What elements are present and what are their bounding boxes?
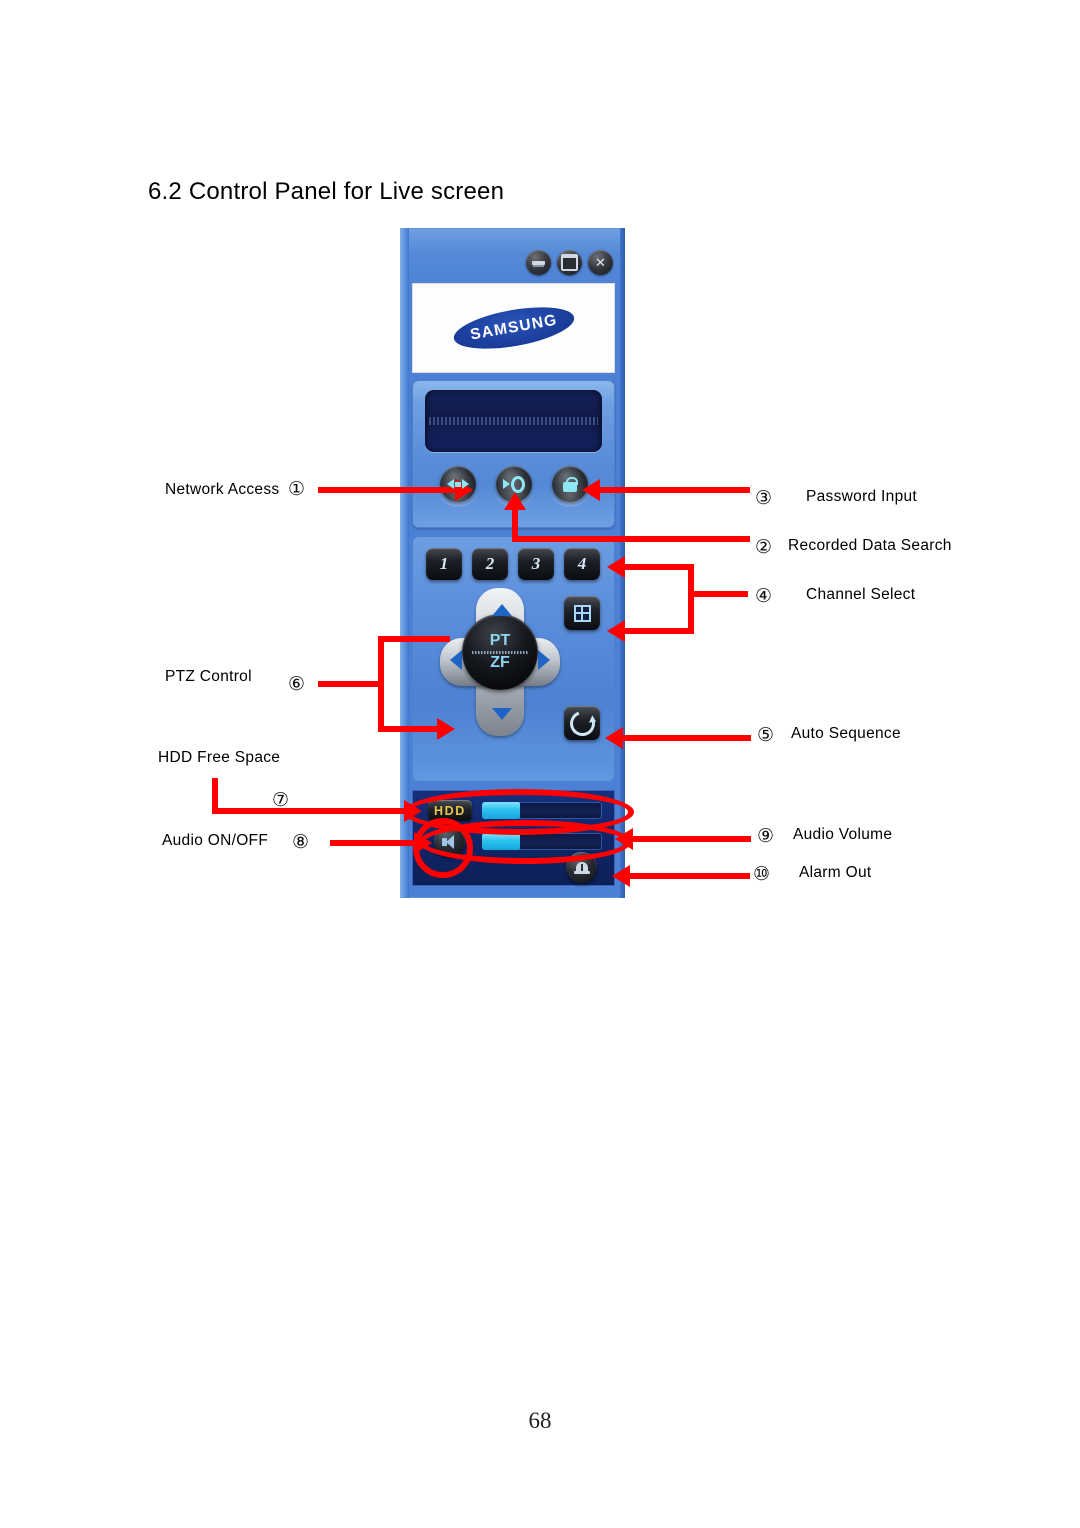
- channel-button-3[interactable]: 3: [518, 548, 554, 580]
- annotation-number-9: ⑨: [757, 826, 775, 847]
- arrow-head-channel-select-bottom: [607, 620, 625, 642]
- arrow-line-network-access: [318, 487, 458, 493]
- annotation-number-3: ③: [755, 488, 773, 509]
- brand-logo-plate: SAMSUNG: [412, 283, 615, 373]
- maximize-button[interactable]: [557, 250, 582, 275]
- arrow-line-password-input: [600, 487, 750, 493]
- annotation-label-auto-sequence: Auto Sequence: [791, 725, 901, 742]
- annotation-label-ptz-control: PTZ Control: [165, 668, 252, 685]
- auto-sequence-button[interactable]: [564, 706, 600, 740]
- ptz-hub[interactable]: PT ZF: [462, 614, 538, 690]
- arrow-line-recorded-data-search-v: [512, 508, 518, 542]
- arrow-line-hdd-h: [212, 808, 408, 814]
- recorded-data-search-icon: [503, 475, 525, 493]
- arrow-head-channel-select-top: [607, 556, 625, 578]
- annotation-label-alarm-out: Alarm Out: [799, 864, 872, 881]
- network-access-icon: [447, 478, 469, 491]
- ptz-down-arrow-icon[interactable]: [492, 708, 512, 720]
- ptz-label-zf: ZF: [490, 653, 510, 671]
- arrow-line-ptz-bottom: [378, 726, 440, 732]
- arrow-line-channel-select-top: [625, 564, 691, 570]
- annotation-number-6: ⑥: [288, 674, 306, 695]
- annotation-label-audio-volume: Audio Volume: [793, 826, 893, 843]
- arrow-head-alarm-out: [612, 865, 630, 887]
- annotation-label-network-access: Network Access: [165, 481, 280, 498]
- ptz-left-arrow-icon[interactable]: [450, 650, 462, 670]
- arrow-head-auto-sequence: [605, 727, 623, 749]
- alarm-bell-icon: [573, 861, 590, 875]
- quad-view-button[interactable]: [564, 596, 600, 630]
- highlight-ellipse-audio-onoff: [413, 818, 473, 878]
- lcd-segment-row: [429, 417, 598, 425]
- arrow-head-recorded-data-search: [504, 492, 526, 510]
- window-controls: ✕: [526, 250, 613, 275]
- page-title: 6.2 Control Panel for Live screen: [148, 178, 505, 205]
- annotation-number-2: ②: [755, 537, 773, 558]
- arrow-line-ptz-spine: [378, 636, 384, 732]
- ptz-up-arrow-icon[interactable]: [492, 604, 512, 616]
- arrow-line-channel-select-spine: [688, 564, 694, 634]
- minimize-button[interactable]: [526, 250, 551, 275]
- close-button[interactable]: ✕: [588, 250, 613, 275]
- ptz-right-arrow-icon[interactable]: [538, 650, 550, 670]
- minimize-icon: [532, 260, 545, 265]
- lcd-display: [425, 390, 602, 452]
- annotation-label-hdd-free-space: HDD Free Space: [158, 749, 281, 766]
- annotation-number-8: ⑧: [292, 832, 310, 853]
- auto-sequence-icon: [565, 706, 599, 740]
- ptz-control-pad[interactable]: PT ZF: [440, 588, 560, 736]
- samsung-logo: SAMSUNG: [450, 299, 577, 357]
- arrow-line-ptz-stem: [318, 681, 380, 687]
- samsung-logo-text: SAMSUNG: [468, 311, 559, 344]
- maximize-icon: [561, 254, 578, 271]
- middle-module: 1 2 3 4 PT ZF: [412, 536, 615, 782]
- lock-icon: [563, 476, 578, 492]
- arrow-line-channel-select-bottom: [625, 628, 691, 634]
- channel-button-2[interactable]: 2: [472, 548, 508, 580]
- annotation-label-channel-select: Channel Select: [806, 586, 916, 603]
- ptz-label-pt: PT: [489, 631, 511, 649]
- arrow-line-audio-volume: [633, 836, 751, 842]
- panel-left-bevel: [400, 228, 409, 898]
- arrow-line-auto-sequence: [623, 735, 751, 741]
- arrow-line-recorded-data-search-h: [512, 536, 750, 542]
- arrow-head-password-input: [582, 479, 600, 501]
- quad-view-icon: [573, 604, 591, 622]
- close-icon: ✕: [595, 255, 606, 270]
- channel-button-1[interactable]: 1: [426, 548, 462, 580]
- arrow-line-alarm-out: [630, 873, 750, 879]
- annotation-number-1: ①: [288, 479, 306, 500]
- annotation-number-4: ④: [755, 586, 773, 607]
- arrow-line-channel-select-stem: [688, 591, 748, 597]
- annotation-number-5: ⑤: [757, 725, 775, 746]
- channel-button-4[interactable]: 4: [564, 548, 600, 580]
- annotation-label-password-input: Password Input: [806, 488, 918, 505]
- annotation-label-audio-on-off: Audio ON/OFF: [162, 832, 269, 849]
- arrow-line-ptz-top: [378, 636, 450, 642]
- annotation-number-10: ⑩: [753, 864, 771, 885]
- annotation-label-recorded-data-search: Recorded Data Search: [788, 537, 952, 554]
- arrow-head-ptz: [437, 718, 455, 740]
- arrow-line-audio-onoff: [330, 840, 418, 846]
- page-number: 68: [528, 1408, 552, 1433]
